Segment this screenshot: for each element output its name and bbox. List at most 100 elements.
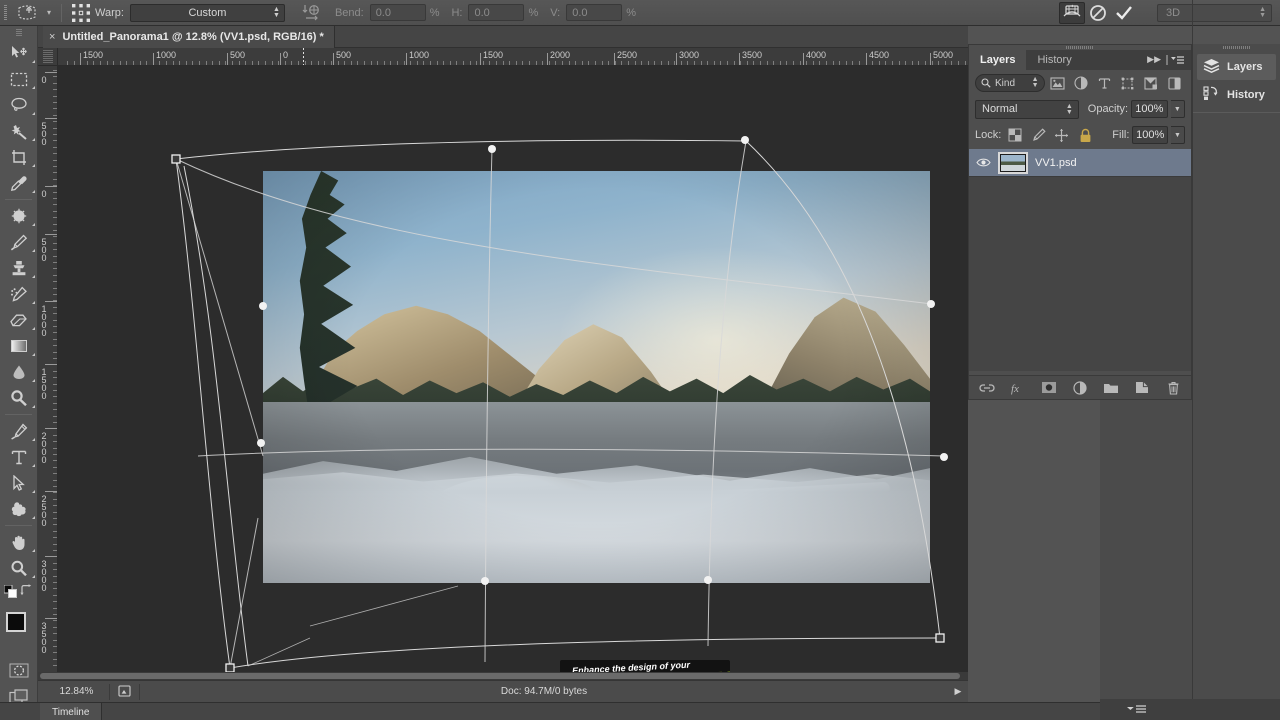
eraser-tool[interactable]: [0, 307, 38, 333]
change-warp-orientation-icon[interactable]: [299, 2, 325, 24]
lock-transparent-pixels-icon[interactable]: [1004, 125, 1025, 145]
ruler-tick-minor-v: [53, 326, 57, 327]
commit-transform-icon[interactable]: [1111, 2, 1137, 24]
canvas-area[interactable]: X: -264.8 px Y: 3849.0 px Enhance the de…: [58, 66, 968, 680]
eye-icon[interactable]: [975, 157, 991, 168]
h-unit: %: [528, 6, 539, 19]
right-dock-grip[interactable]: [1193, 44, 1280, 52]
link-layers-icon[interactable]: [978, 379, 996, 397]
h-input[interactable]: 0.0: [468, 4, 525, 21]
tab-timeline[interactable]: Timeline: [40, 703, 103, 720]
add-layer-style-icon[interactable]: fx: [1009, 379, 1027, 397]
history-brush-tool[interactable]: [0, 281, 38, 307]
options-bar-grip[interactable]: [0, 0, 12, 26]
warp-grid-icon[interactable]: [71, 3, 91, 23]
pen-tool[interactable]: [0, 418, 38, 444]
ruler-tick-minor-v: [53, 620, 57, 621]
magic-wand-tool[interactable]: [0, 118, 38, 144]
path-selection-tool[interactable]: [0, 470, 38, 496]
ruler-tick-minor-h: [938, 61, 939, 65]
panel-menu-icon[interactable]: [1165, 53, 1185, 71]
zoom-tool[interactable]: [0, 555, 38, 581]
fill-slider-toggle[interactable]: ▼: [1170, 126, 1185, 144]
rectangular-marquee-tool[interactable]: [0, 66, 38, 92]
filter-toggle-icon[interactable]: [1165, 73, 1185, 93]
horizontal-scrollbar-thumb[interactable]: [40, 673, 960, 679]
h-label: H:: [451, 6, 463, 19]
zoom-level-field[interactable]: 12.84%: [44, 683, 110, 700]
hand-tool[interactable]: [0, 529, 38, 555]
new-adjustment-layer-icon[interactable]: [1071, 379, 1089, 397]
ruler-label-v-2: 0: [39, 189, 49, 197]
tools-panel-grip[interactable]: [0, 26, 37, 40]
bottom-right-menu-icon[interactable]: [1125, 704, 1147, 717]
custom-shape-tool[interactable]: [0, 496, 38, 522]
vertical-ruler[interactable]: 0 500 0 500 1000 1500 2000 2500 3000 3500: [38, 66, 58, 680]
default-colors-icon[interactable]: [3, 584, 17, 603]
layer-thumbnail[interactable]: [998, 151, 1028, 174]
blur-tool[interactable]: [0, 359, 38, 385]
lock-position-icon[interactable]: [1051, 125, 1072, 145]
lock-image-pixels-icon[interactable]: [1028, 125, 1049, 145]
add-layer-mask-icon[interactable]: [1040, 379, 1058, 397]
color-swatches[interactable]: [0, 609, 38, 649]
new-group-icon[interactable]: [1102, 379, 1120, 397]
dock-button-history[interactable]: History: [1197, 82, 1276, 108]
close-icon[interactable]: ×: [49, 31, 55, 43]
eyedropper-tool[interactable]: [0, 170, 38, 196]
collapse-panel-icon[interactable]: ▶▶: [1147, 54, 1161, 65]
horizontal-scrollbar[interactable]: [38, 672, 968, 680]
new-layer-icon[interactable]: [1133, 379, 1151, 397]
fill-input[interactable]: 100%: [1132, 126, 1168, 144]
toggle-freetransform-warp-icon[interactable]: [1059, 1, 1085, 24]
swap-colors-icon[interactable]: [20, 584, 33, 602]
tab-layers[interactable]: Layers: [969, 50, 1027, 70]
move-tool[interactable]: [0, 40, 38, 66]
clone-stamp-tool[interactable]: [0, 255, 38, 281]
filter-smart-object-icon[interactable]: [1141, 73, 1161, 93]
crop-tool[interactable]: [0, 144, 38, 170]
status-expand-icon[interactable]: ▶: [948, 686, 968, 697]
filter-type-layers-icon[interactable]: [1094, 73, 1114, 93]
v-input[interactable]: 0.0: [566, 4, 623, 21]
ruler-tick-minor-h: [529, 61, 530, 65]
document-profile-icon[interactable]: [110, 683, 140, 700]
filter-pixel-layers-icon[interactable]: [1048, 73, 1068, 93]
cancel-transform-icon[interactable]: [1085, 2, 1111, 24]
filter-adjustment-layers-icon[interactable]: [1071, 73, 1091, 93]
dock-button-layers[interactable]: Layers: [1197, 54, 1276, 80]
layer-row-vv1[interactable]: VV1.psd: [969, 149, 1191, 177]
foreground-color-swatch[interactable]: [6, 612, 26, 632]
ruler-tick-minor-h: [615, 61, 616, 65]
dodge-tool[interactable]: [0, 385, 38, 411]
tool-preset-chevron-down-icon[interactable]: ▾: [42, 8, 56, 17]
warp-preset-select[interactable]: Custom ▲ ▼: [129, 3, 285, 22]
ruler-tick-minor-v: [53, 659, 57, 660]
filter-shape-layers-icon[interactable]: [1118, 73, 1138, 93]
brush-tool[interactable]: [0, 229, 38, 255]
ruler-tick-minor-v: [53, 198, 57, 199]
gradient-tool[interactable]: [0, 333, 38, 359]
opacity-input[interactable]: 100%: [1131, 100, 1168, 118]
ruler-corner[interactable]: [38, 48, 58, 66]
warp-mesh-overlay[interactable]: [58, 66, 968, 680]
layer-filter-kind-select[interactable]: Kind ▲ ▼: [975, 74, 1045, 92]
document-tab[interactable]: × Untitled_Panorama1 @ 12.8% (VV1.psd, R…: [43, 26, 335, 48]
horizontal-type-tool[interactable]: [0, 444, 38, 470]
blend-mode-select[interactable]: Normal ▲ ▼: [975, 99, 1079, 119]
quick-mask-icon[interactable]: [0, 657, 38, 683]
workspace-switcher[interactable]: 3D ▲ ▼: [1157, 3, 1272, 22]
bend-input[interactable]: 0.0: [369, 4, 426, 21]
lock-all-icon[interactable]: [1075, 125, 1096, 145]
ruler-tick-minor-v: [53, 569, 57, 570]
tools-divider-1: [5, 199, 32, 200]
layer-name-label[interactable]: VV1.psd: [1035, 157, 1077, 169]
tab-history[interactable]: History: [1026, 50, 1082, 70]
warp-transform-icon[interactable]: [12, 2, 42, 24]
lasso-tool[interactable]: [0, 92, 38, 118]
opacity-slider-toggle[interactable]: ▼: [1170, 100, 1185, 118]
delete-layer-icon[interactable]: [1164, 379, 1182, 397]
horizontal-ruler[interactable]: 1500 1000 500 0 500 1000 1500 2000 2500 3000 3500 4…: [58, 48, 968, 66]
layer-list[interactable]: VV1.psd: [969, 149, 1191, 371]
spot-healing-brush-tool[interactable]: [0, 203, 38, 229]
